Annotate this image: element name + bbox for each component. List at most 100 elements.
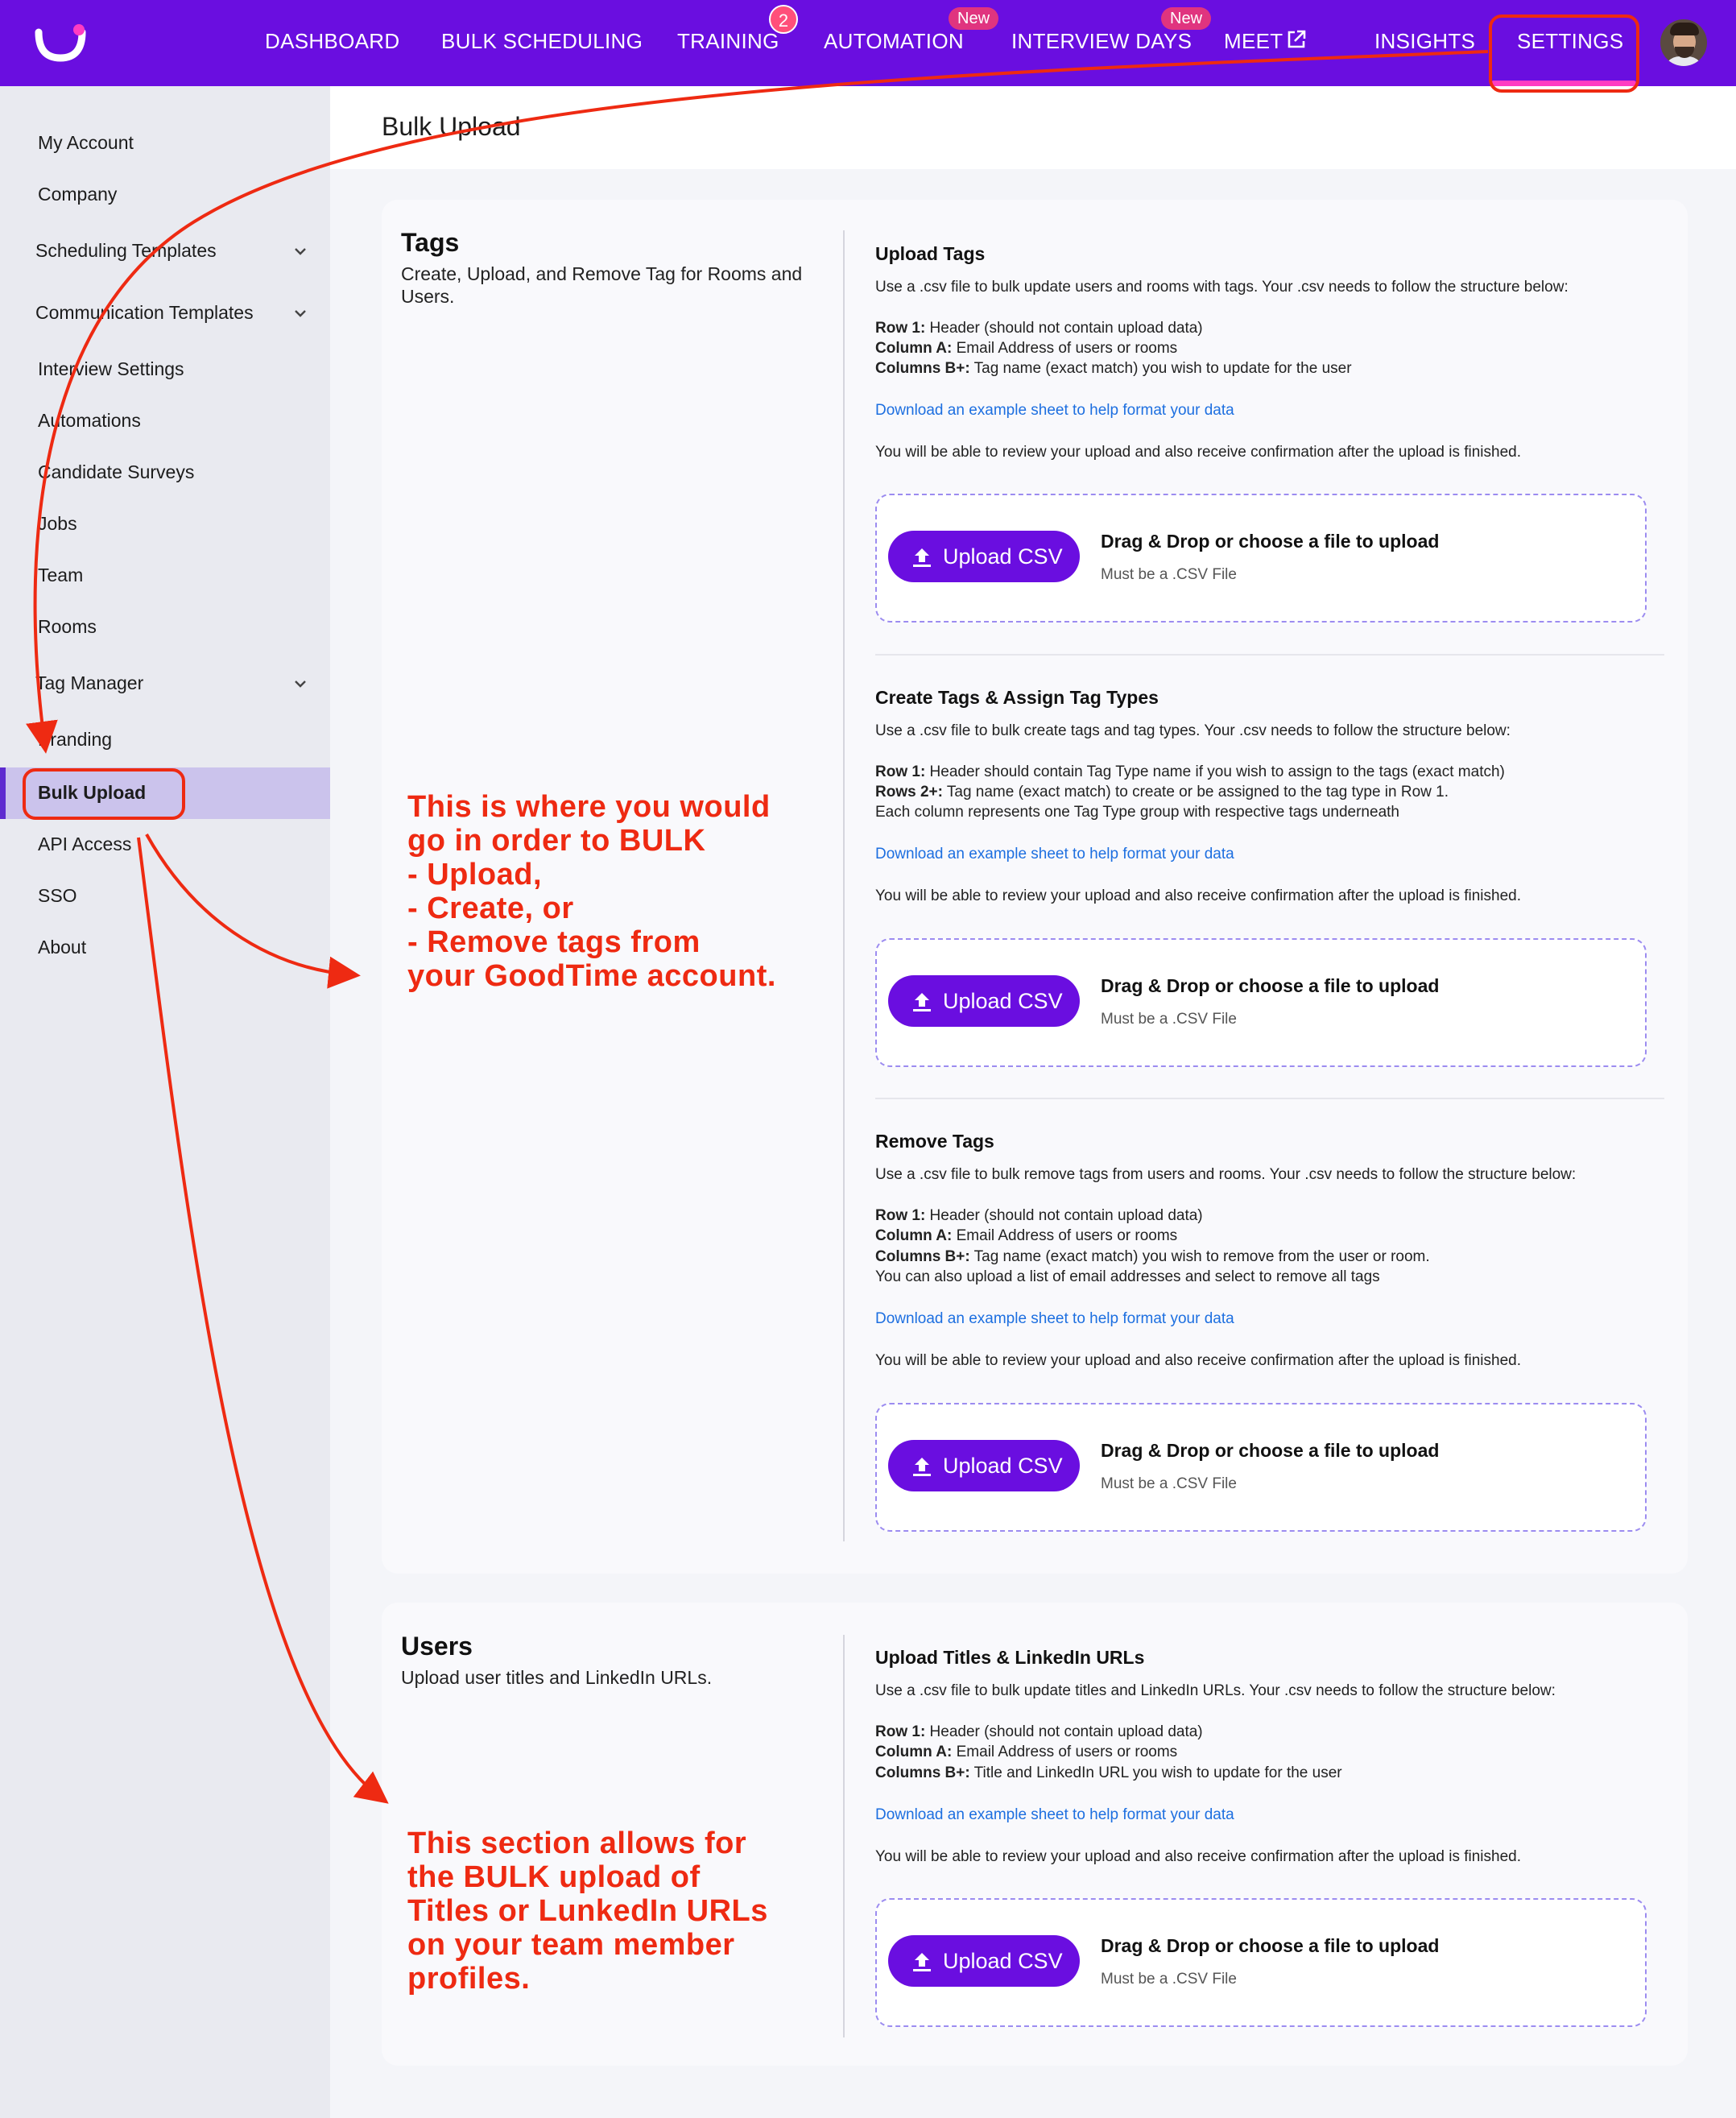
interview-days-new-badge: New [1161, 7, 1212, 30]
users-card-divider [843, 1635, 845, 2037]
upload-icon [913, 548, 931, 567]
training-count-badge: 2 [769, 5, 798, 34]
remove-tags-title: Remove Tags [875, 1131, 994, 1152]
remove-tags-row-1: Row 1: Header (should not contain upload… [875, 1207, 1203, 1224]
tags-card-title: Tags [401, 228, 460, 257]
sidebar-item-rooms[interactable]: Rooms [38, 616, 97, 638]
upload-titles-row-1: Row 1: Header (should not contain upload… [875, 1723, 1203, 1740]
upload-csv-button[interactable]: Upload CSV [888, 1440, 1080, 1491]
nav-bulk-scheduling[interactable]: BULK SCHEDULING [441, 29, 643, 56]
sidebar-item-company[interactable]: Company [38, 184, 117, 205]
sidebar-item-tag-manager[interactable]: Tag Manager [35, 672, 143, 694]
annotation-tags-line-1: This is where you would [407, 790, 771, 824]
upload-tags-row-1: Row 1: Header (should not contain upload… [875, 320, 1203, 337]
tags-card-divider [843, 230, 845, 1541]
dropzone-hint: Must be a .CSV File [1101, 566, 1237, 583]
annotation-users-line-1: This section allows for [407, 1826, 747, 1860]
dropzone-hint: Must be a .CSV File [1101, 1475, 1237, 1492]
section-divider [875, 1098, 1664, 1099]
create-tags-row-1: Row 1: Header should contain Tag Type na… [875, 763, 1505, 780]
automation-new-badge: New [949, 7, 999, 30]
upload-tags-row-3: Columns B+: Tag name (exact match) you w… [875, 360, 1352, 377]
nav-settings[interactable]: SETTINGS [1517, 29, 1623, 56]
annotation-users-line-4: on your team member [407, 1928, 735, 1962]
remove-tags-example-link[interactable]: Download an example sheet to help format… [875, 1310, 1234, 1328]
sidebar-item-about[interactable]: About [38, 937, 86, 958]
annotation-users-line-2: the BULK upload of [407, 1860, 701, 1894]
dropzone-title: Drag & Drop or choose a file to upload [1101, 531, 1440, 552]
goodtime-logo[interactable] [32, 23, 89, 63]
sidebar-item-my-account[interactable]: My Account [38, 132, 134, 154]
upload-tags-dropzone[interactable]: Upload CSV Drag & Drop or choose a file … [875, 494, 1647, 623]
upload-tags-example-link[interactable]: Download an example sheet to help format… [875, 402, 1234, 420]
annotation-tags-line-4: - Create, or [407, 891, 574, 925]
settings-sidebar [0, 86, 330, 2118]
nav-insights[interactable]: INSIGHTS [1374, 29, 1475, 56]
dropzone-title: Drag & Drop or choose a file to upload [1101, 975, 1440, 996]
sidebar-item-sso[interactable]: SSO [38, 885, 77, 907]
create-tags-row-2: Rows 2+: Tag name (exact match) to creat… [875, 784, 1449, 800]
upload-tags-title: Upload Tags [875, 243, 986, 264]
upload-csv-button[interactable]: Upload CSV [888, 975, 1080, 1027]
create-tags-note: You will be able to review your upload a… [875, 887, 1521, 904]
upload-icon [913, 993, 931, 1011]
sidebar-item-communication-templates[interactable]: Communication Templates [35, 302, 254, 324]
upload-titles-dropzone[interactable]: Upload CSV Drag & Drop or choose a file … [875, 1898, 1647, 2027]
sidebar-item-scheduling-templates[interactable]: Scheduling Templates [35, 240, 217, 262]
nav-dashboard[interactable]: DASHBOARD [265, 29, 399, 56]
external-link-icon [1288, 30, 1306, 48]
upload-tags-note: You will be able to review your upload a… [875, 444, 1521, 461]
tags-card-desc-line1: Create, Upload, and Remove Tag for Rooms… [401, 263, 803, 284]
page-header [330, 86, 1736, 169]
sidebar-item-candidate-surveys[interactable]: Candidate Surveys [38, 461, 194, 483]
annotation-tags-line-2: go in order to BULK [407, 824, 706, 858]
remove-tags-dropzone[interactable]: Upload CSV Drag & Drop or choose a file … [875, 1403, 1647, 1532]
remove-tags-row-2: Column A: Email Address of users or room… [875, 1227, 1178, 1244]
sidebar-item-interview-settings[interactable]: Interview Settings [38, 358, 184, 380]
create-tags-dropzone[interactable]: Upload CSV Drag & Drop or choose a file … [875, 938, 1647, 1067]
upload-csv-button[interactable]: Upload CSV [888, 531, 1080, 582]
dropzone-title: Drag & Drop or choose a file to upload [1101, 1440, 1440, 1461]
create-tags-example-link[interactable]: Download an example sheet to help format… [875, 846, 1234, 863]
upload-tags-row-2: Column A: Email Address of users or room… [875, 340, 1178, 357]
sidebar-item-jobs[interactable]: Jobs [38, 513, 77, 535]
upload-titles-row-3: Columns B+: Title and LinkedIn URL you w… [875, 1764, 1342, 1781]
upload-titles-note: You will be able to review your upload a… [875, 1848, 1521, 1865]
upload-titles-intro: Use a .csv file to bulk update titles an… [875, 1682, 1556, 1699]
remove-tags-note: You will be able to review your upload a… [875, 1352, 1521, 1369]
chevron-down-icon[interactable] [291, 242, 309, 260]
dropzone-hint: Must be a .CSV File [1101, 1971, 1237, 1988]
sidebar-item-api-access[interactable]: API Access [38, 834, 131, 855]
user-avatar[interactable] [1660, 19, 1707, 66]
sidebar-item-bulk-upload[interactable]: Bulk Upload [38, 782, 146, 804]
sidebar-active-bar [0, 767, 6, 819]
dropzone-title: Drag & Drop or choose a file to upload [1101, 1935, 1440, 1956]
dropzone-hint: Must be a .CSV File [1101, 1011, 1237, 1028]
create-tags-row-3: Each column represents one Tag Type grou… [875, 804, 1399, 821]
sidebar-item-team[interactable]: Team [38, 565, 83, 586]
annotation-users-line-5: profiles. [407, 1962, 531, 1996]
annotation-users-line-3: Titles or LunkedIn URLs [407, 1894, 768, 1928]
section-divider [875, 654, 1664, 656]
upload-titles-example-link[interactable]: Download an example sheet to help format… [875, 1806, 1234, 1824]
users-card-title: Users [401, 1632, 473, 1661]
upload-icon [913, 1458, 931, 1476]
upload-titles-title: Upload Titles & LinkedIn URLs [875, 1647, 1145, 1668]
create-tags-intro: Use a .csv file to bulk create tags and … [875, 722, 1511, 739]
page-title: Bulk Upload [382, 112, 521, 141]
upload-csv-button[interactable]: Upload CSV [888, 1935, 1080, 1987]
chevron-down-icon[interactable] [291, 675, 309, 693]
nav-training[interactable]: TRAINING [677, 29, 779, 56]
nav-interview-days[interactable]: INTERVIEW DAYS [1011, 29, 1192, 56]
create-tags-title: Create Tags & Assign Tag Types [875, 687, 1159, 708]
remove-tags-intro: Use a .csv file to bulk remove tags from… [875, 1166, 1577, 1183]
sidebar-item-branding[interactable]: Branding [38, 729, 112, 751]
chevron-down-icon[interactable] [291, 304, 309, 322]
nav-meet[interactable]: MEET [1224, 29, 1283, 56]
upload-icon [913, 1953, 931, 1971]
sidebar-item-automations[interactable]: Automations [38, 410, 141, 432]
annotation-tags-line-3: - Upload, [407, 858, 543, 891]
nav-automation[interactable]: AUTOMATION [824, 29, 964, 56]
users-card-desc: Upload user titles and LinkedIn URLs. [401, 1667, 713, 1688]
upload-tags-intro: Use a .csv file to bulk update users and… [875, 279, 1569, 296]
